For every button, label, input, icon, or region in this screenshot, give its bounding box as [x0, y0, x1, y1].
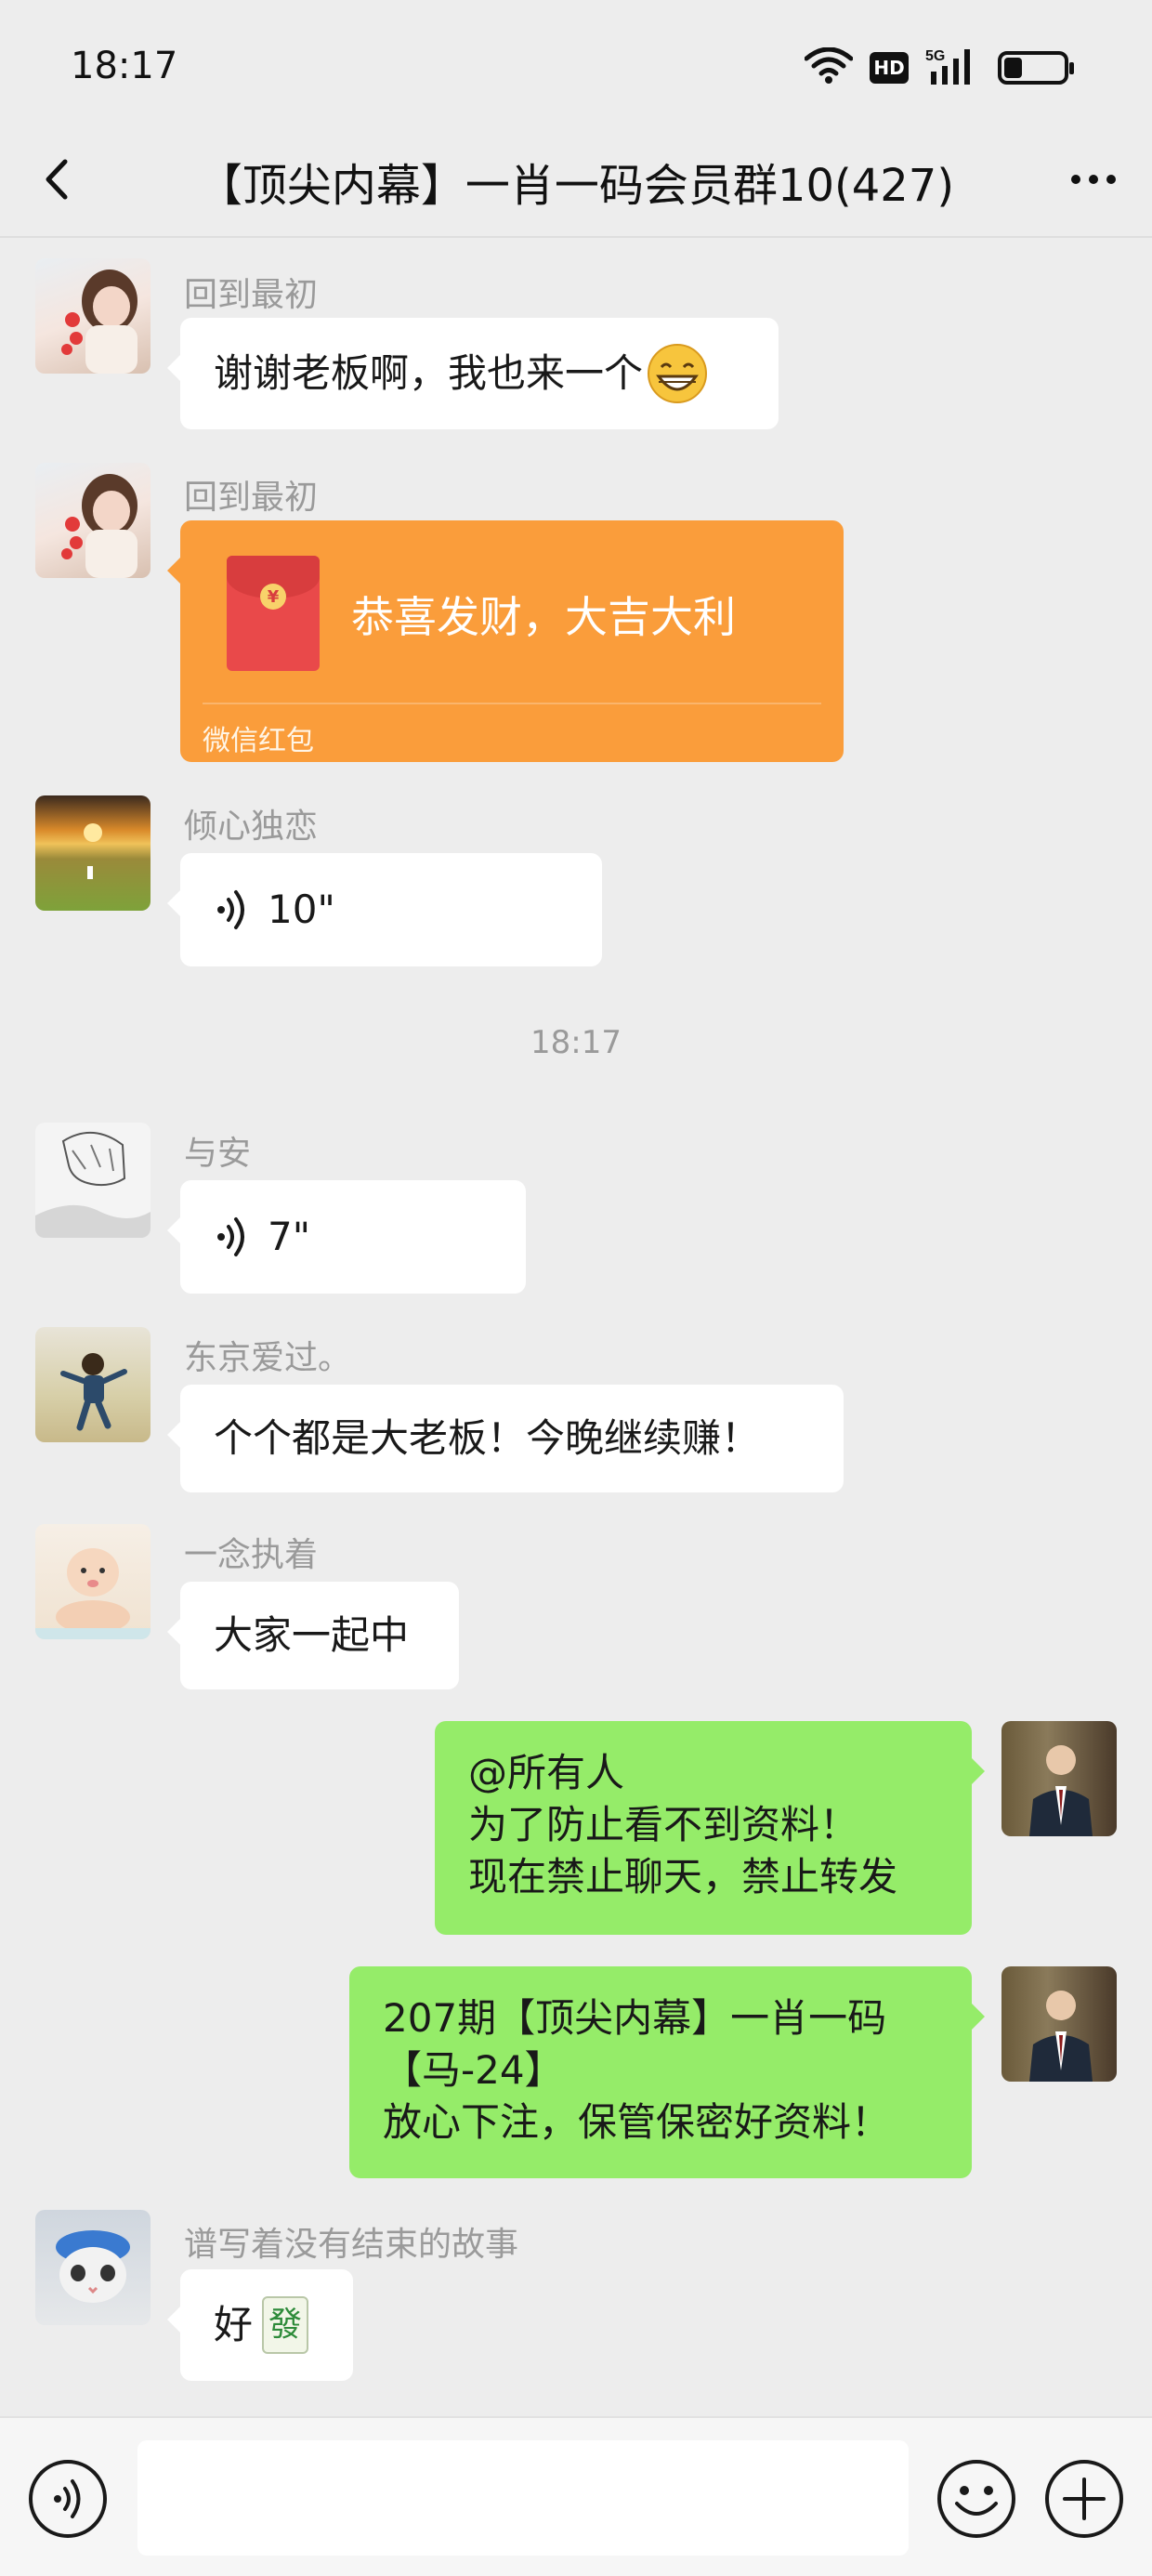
more-button[interactable]: [1061, 147, 1126, 212]
svg-text:5G: 5G: [925, 48, 945, 64]
more-actions-button[interactable]: [1042, 2457, 1126, 2541]
red-packet-message[interactable]: ¥ 恭喜发财，大吉大利 微信红包: [167, 520, 844, 762]
sender-name: 东京爱过。: [184, 1339, 352, 1377]
plus-icon: [1045, 2460, 1123, 2538]
voice-wave-icon: [217, 1217, 244, 1256]
red-packet-footer: 微信红包: [203, 725, 314, 757]
chat-title: 【顶尖内幕】一肖一码会员群10(427): [197, 160, 955, 212]
voice-message[interactable]: 10": [167, 853, 602, 966]
red-packet-divider: [203, 703, 821, 704]
avatar-self[interactable]: [1001, 1966, 1117, 2082]
message-text: 谢谢老板啊，我也来一个: [214, 350, 644, 396]
sender-name: 回到最初: [184, 276, 319, 314]
yuan-coin-icon: ¥: [260, 584, 286, 610]
sender-name: 回到最初: [184, 479, 319, 517]
voice-duration: 10": [268, 887, 335, 932]
battery-level: [1004, 58, 1022, 78]
sender-name: 一念执着: [184, 1536, 319, 1574]
message-bubble[interactable]: 个个都是大老板！今晚继续赚！: [167, 1385, 844, 1492]
chat-timestamp: 18:17: [530, 1024, 622, 1061]
voice-message[interactable]: 7": [167, 1180, 526, 1294]
signal-5g-icon: 5G: [925, 46, 981, 90]
emoji-icon: [937, 2460, 1015, 2538]
sender-name: 与安: [184, 1135, 252, 1173]
message-bubble[interactable]: 好 發: [167, 2269, 353, 2381]
self-message-bubble[interactable]: @所有人 为了防止看不到资料！ 现在禁止聊天，禁止转发: [435, 1721, 985, 1935]
sender-name: 谱写着没有结束的故事: [184, 2226, 519, 2264]
message-line: 现在禁止聊天，禁止转发: [468, 1854, 898, 1899]
avatar-self[interactable]: [1001, 1721, 1117, 1836]
sender-name: 倾心独恋: [184, 808, 319, 846]
more-dots-icon: [1071, 175, 1080, 184]
avatar-yuan[interactable]: [35, 1123, 151, 1238]
message-line: 207期【顶尖内幕】一肖一码: [383, 1995, 887, 2041]
wifi-icon: [804, 46, 854, 88]
emoji-button[interactable]: [935, 2457, 1018, 2541]
battery-icon: [998, 51, 1074, 85]
message-text: 个个都是大老板！今晚继续赚！: [214, 1415, 761, 1461]
chevron-left-icon: [46, 159, 68, 200]
red-envelope-icon: ¥: [227, 556, 320, 671]
message-input[interactable]: [137, 2440, 909, 2556]
message-bubble[interactable]: 谢谢老板啊，我也来一个: [167, 318, 779, 429]
avatar-puxie[interactable]: [35, 2210, 151, 2325]
grin-emoji-icon: [647, 343, 708, 404]
message-text: 大家一起中: [214, 1612, 410, 1658]
back-button[interactable]: [28, 147, 93, 212]
avatar-dongjingaiguo[interactable]: [35, 1327, 151, 1442]
red-packet-title: 恭喜发财，大吉大利: [351, 592, 736, 642]
avatar-huidaozuichu[interactable]: [35, 463, 151, 578]
status-bar: 18:17 HD 5G: [0, 0, 1152, 121]
voice-wave-icon: [217, 890, 244, 929]
hd-badge: HD: [870, 52, 909, 84]
chat-header: 【顶尖内幕】一肖一码会员群10(427): [0, 121, 1152, 238]
voice-input-button[interactable]: [26, 2457, 110, 2541]
message-line: 为了防止看不到资料！: [468, 1802, 859, 1847]
message-line: @所有人: [468, 1750, 625, 1795]
avatar-qingxinduilian[interactable]: [35, 795, 151, 911]
avatar-huidaozuichu[interactable]: [35, 258, 151, 374]
avatar-yinianzhizhuo[interactable]: [35, 1524, 151, 1639]
status-icons: HD 5G: [804, 45, 1074, 91]
voice-duration: 7": [268, 1214, 311, 1259]
input-bar: [0, 2416, 1152, 2576]
message-line: 放心下注，保管保密好资料！: [383, 2099, 891, 2145]
message-text: 好: [214, 2302, 254, 2347]
message-line: 【马-24】: [383, 2047, 564, 2093]
self-message-bubble[interactable]: 207期【顶尖内幕】一肖一码 【马-24】 放心下注，保管保密好资料！: [349, 1966, 985, 2178]
mahjong-fa-emoji-icon: 發: [262, 2296, 309, 2354]
message-bubble[interactable]: 大家一起中: [167, 1582, 459, 1689]
status-time: 18:17: [71, 45, 178, 87]
voice-input-icon: [29, 2460, 107, 2538]
